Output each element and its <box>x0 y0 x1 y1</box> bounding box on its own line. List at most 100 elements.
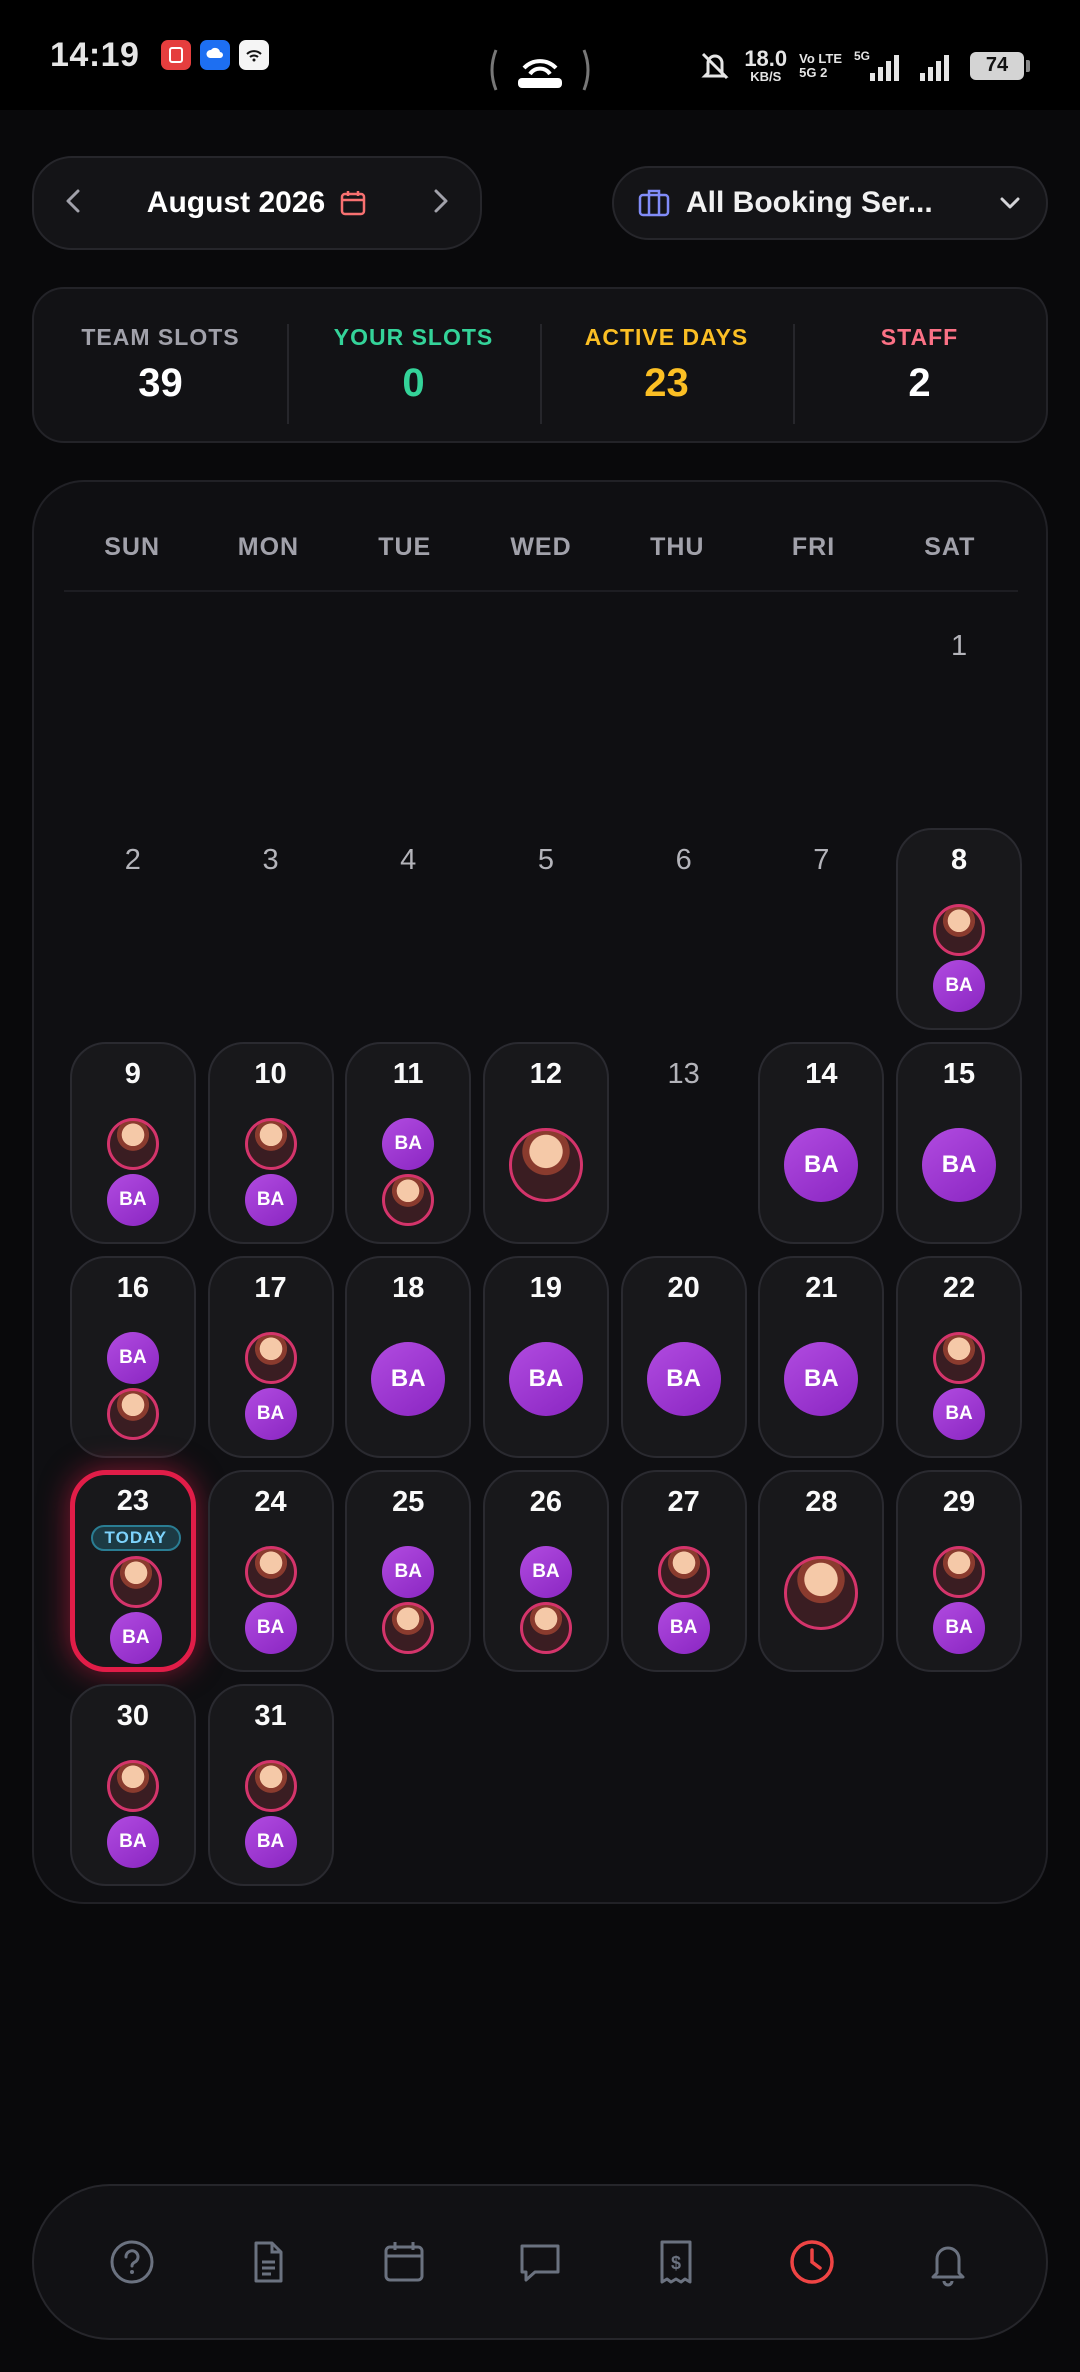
day-cell[interactable]: 1 <box>896 614 1022 816</box>
day-cell[interactable]: 19 BA <box>482 1256 609 1458</box>
day-cell[interactable]: 31 BA <box>207 1684 334 1886</box>
calendar-icon <box>384 2242 424 2282</box>
day-cell[interactable]: 27 BA <box>620 1470 747 1672</box>
staff-initials-badge: BA <box>244 1174 297 1226</box>
day-cell[interactable]: 5 <box>483 828 609 1030</box>
stat-value: 0 <box>402 361 425 405</box>
day-cell[interactable]: 30 BA <box>69 1684 196 1886</box>
staff-avatar <box>784 1556 859 1630</box>
day-number: 9 <box>124 1058 141 1090</box>
staff-initials-badge: BA <box>646 1342 721 1416</box>
day-cell[interactable]: 28 <box>758 1470 885 1672</box>
month-selector: August 2026 <box>32 156 482 250</box>
month-calendar: SUN MON TUE WED THU FRI SAT 1 2 3 4 5 6 7 8 BA 9 BA 10 BA 1… <box>32 480 1048 1904</box>
weekday-tue: TUE <box>378 533 432 561</box>
day-number: 24 <box>254 1486 287 1518</box>
staff-initials-badge: BA <box>244 1602 297 1654</box>
day-cell[interactable]: 11 BA <box>345 1042 472 1244</box>
nav-help-button[interactable] <box>92 2222 172 2302</box>
staff-initials-badge: BA <box>244 1388 297 1440</box>
nav-calendar-button[interactable] <box>364 2222 444 2302</box>
staff-initials-badge: BA <box>784 1342 859 1416</box>
staff-initials-badge: BA <box>382 1546 435 1598</box>
day-cell[interactable]: 8 BA <box>896 828 1023 1030</box>
day-cell[interactable]: 12 <box>482 1042 609 1244</box>
staff-initials-badge: BA <box>371 1342 446 1416</box>
staff-avatar <box>106 1388 159 1440</box>
day-cell[interactable]: 7 <box>758 828 884 1030</box>
stat-staff: STAFF 2 <box>793 324 1046 424</box>
day-number: 25 <box>392 1486 425 1518</box>
day-number: 20 <box>667 1272 700 1304</box>
day-cell[interactable]: 24 BA <box>207 1470 334 1672</box>
day-cell[interactable]: 4 <box>345 828 471 1030</box>
day-cell[interactable]: 3 <box>208 828 334 1030</box>
stat-value: 39 <box>138 361 183 405</box>
day-number: 28 <box>805 1486 838 1518</box>
staff-avatar <box>106 1760 159 1812</box>
day-cell[interactable]: 16 BA <box>69 1256 196 1458</box>
next-month-button[interactable] <box>426 187 454 220</box>
day-number: 16 <box>116 1272 149 1304</box>
day-number: 17 <box>254 1272 287 1304</box>
day-cell[interactable]: 25 BA <box>345 1470 472 1672</box>
day-number: 21 <box>805 1272 838 1304</box>
day-cell[interactable]: 14 BA <box>758 1042 885 1244</box>
staff-avatar <box>508 1128 583 1202</box>
today-badge: TODAY <box>90 1525 181 1551</box>
staff-avatar <box>244 1760 297 1812</box>
day-cell[interactable]: 29 BA <box>896 1470 1023 1672</box>
day-number: 8 <box>950 844 968 876</box>
service-filter-dropdown[interactable]: All Booking Ser... <box>612 166 1048 240</box>
month-label-button[interactable]: August 2026 <box>147 186 367 220</box>
staff-avatar <box>382 1602 435 1654</box>
nav-receipt-button[interactable]: $ <box>636 2222 716 2302</box>
day-cell[interactable]: 13 <box>621 1042 747 1244</box>
staff-initials-badge: BA <box>657 1602 710 1654</box>
day-cell[interactable]: 22 BA <box>896 1256 1023 1458</box>
status-bar: 14:19 18.0 KB/S Vo LTE 5G 2 5G 74 <box>0 0 1080 110</box>
staff-initials-badge: BA <box>106 1174 159 1226</box>
chevron-left-icon <box>66 189 80 212</box>
day-number: 29 <box>942 1486 976 1518</box>
staff-avatar <box>657 1546 710 1598</box>
nav-clock-button[interactable] <box>772 2222 852 2302</box>
staff-initials-badge: BA <box>106 1332 159 1384</box>
day-number: 26 <box>529 1486 563 1518</box>
staff-initials-badge: BA <box>922 1128 997 1202</box>
network-speed: 18.0 KB/S <box>744 46 788 84</box>
signal-5g-icon: 5G <box>854 49 899 81</box>
nav-document-button[interactable] <box>228 2222 308 2302</box>
day-cell[interactable]: 26 BA <box>482 1470 609 1672</box>
staff-initials-badge: BA <box>933 1602 986 1654</box>
day-cell[interactable]: 15 BA <box>896 1042 1023 1244</box>
day-cell[interactable]: 17 BA <box>207 1256 334 1458</box>
staff-avatar <box>244 1118 297 1170</box>
day-cell[interactable]: 10 BA <box>207 1042 334 1244</box>
calendar-small-icon <box>340 191 366 216</box>
day-number: 31 <box>254 1700 287 1732</box>
stat-team-slots: TEAM SLOTS 39 <box>34 324 287 406</box>
day-cell[interactable]: 20 BA <box>620 1256 747 1458</box>
day-cell[interactable]: 18 BA <box>345 1256 472 1458</box>
day-cell[interactable]: 21 BA <box>758 1256 885 1458</box>
status-time: 14:19 <box>50 35 140 74</box>
chat-icon <box>520 2244 560 2282</box>
stat-value: 23 <box>644 361 689 405</box>
day-cell[interactable]: 2 <box>70 828 196 1030</box>
weekday-header: SUN MON TUE WED THU FRI SAT <box>64 512 1018 592</box>
day-cell[interactable]: 6 <box>621 828 747 1030</box>
day-cell[interactable]: 9 BA <box>69 1042 196 1244</box>
staff-initials-badge: BA <box>933 960 986 1012</box>
day-number: 13 <box>667 1058 700 1090</box>
nav-bell-button[interactable] <box>908 2222 988 2302</box>
battery-indicator: 74 <box>970 51 1030 80</box>
day-cell-today[interactable]: 23 TODAY BA <box>69 1470 196 1672</box>
staff-initials-badge: BA <box>933 1388 986 1440</box>
day-number: 19 <box>529 1272 563 1304</box>
clock-icon <box>790 2240 834 2284</box>
nav-chat-button[interactable] <box>500 2222 580 2302</box>
weekday-wed: WED <box>510 533 572 561</box>
stat-active-days: ACTIVE DAYS 23 <box>540 324 793 424</box>
prev-month-button[interactable] <box>60 187 88 220</box>
